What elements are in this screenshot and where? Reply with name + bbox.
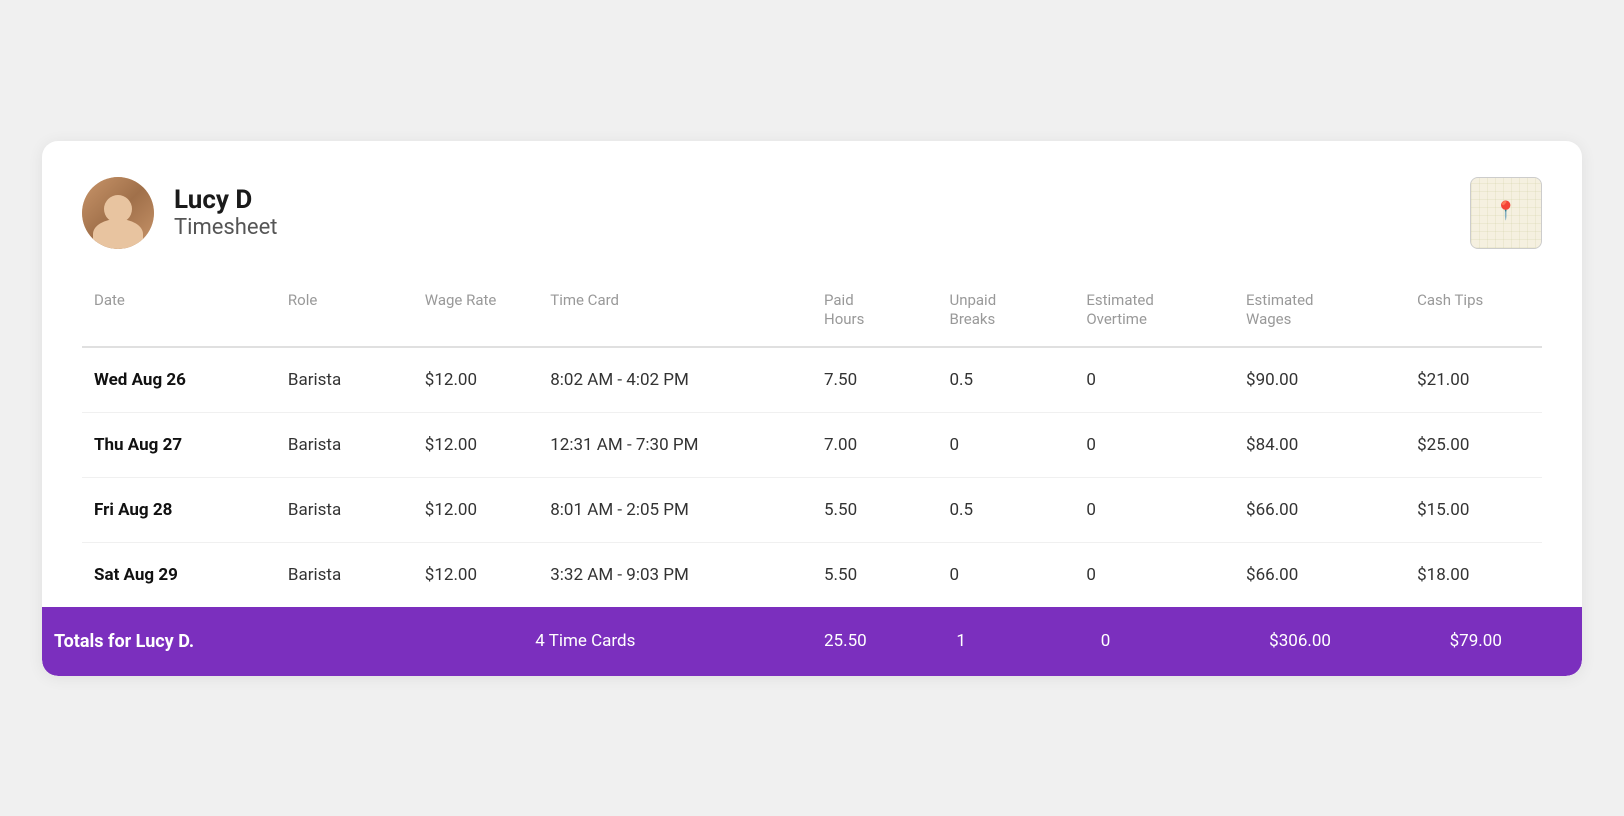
cell-estimated-wages: $66.00	[1234, 477, 1405, 542]
cell-role: Barista	[276, 477, 413, 542]
cell-role: Barista	[276, 412, 413, 477]
totals-role-spacer	[247, 607, 391, 676]
employee-name: Lucy D	[174, 185, 277, 215]
page-header: Lucy D Timesheet	[82, 177, 1542, 249]
totals-table: Totals for Lucy D. 4 Time Cards 25.50 1 …	[42, 607, 1582, 676]
col-header-estimated-wages: EstimatedWages	[1234, 281, 1405, 347]
totals-cash-tips: $79.00	[1438, 607, 1582, 676]
avatar-image	[82, 177, 154, 249]
cell-time-card: 8:02 AM - 4:02 PM	[538, 347, 812, 413]
col-header-estimated-overtime: EstimatedOvertime	[1074, 281, 1234, 347]
cell-unpaid-breaks: 0	[937, 542, 1074, 607]
header-text: Lucy D Timesheet	[174, 185, 277, 240]
cell-unpaid-breaks: 0.5	[937, 477, 1074, 542]
totals-estimated-wages: $306.00	[1257, 607, 1437, 676]
header-left: Lucy D Timesheet	[82, 177, 277, 249]
cell-date: Wed Aug 26	[82, 347, 276, 413]
totals-row: Totals for Lucy D. 4 Time Cards 25.50 1 …	[42, 607, 1582, 676]
cell-role: Barista	[276, 542, 413, 607]
cell-wage-rate: $12.00	[413, 477, 538, 542]
col-header-unpaid-breaks: UnpaidBreaks	[937, 281, 1074, 347]
cell-estimated-wages: $66.00	[1234, 542, 1405, 607]
cell-wage-rate: $12.00	[413, 347, 538, 413]
totals-label: Totals for Lucy D.	[42, 607, 247, 676]
cell-paid-hours: 5.50	[812, 542, 937, 607]
totals-unpaid-breaks: 1	[944, 607, 1088, 676]
cell-cash-tips: $25.00	[1405, 412, 1542, 477]
avatar	[82, 177, 154, 249]
timesheet-card: Lucy D Timesheet Date Role Wage Rate Tim…	[42, 141, 1582, 676]
cell-estimated-overtime: 0	[1074, 477, 1234, 542]
cell-cash-tips: $18.00	[1405, 542, 1542, 607]
cell-unpaid-breaks: 0.5	[937, 347, 1074, 413]
table-header-row: Date Role Wage Rate Time Card PaidHours …	[82, 281, 1542, 347]
col-header-date: Date	[82, 281, 276, 347]
cell-paid-hours: 7.50	[812, 347, 937, 413]
cell-estimated-overtime: 0	[1074, 412, 1234, 477]
map-thumbnail[interactable]	[1470, 177, 1542, 249]
cell-estimated-overtime: 0	[1074, 542, 1234, 607]
cell-estimated-wages: $90.00	[1234, 347, 1405, 413]
cell-date: Sat Aug 29	[82, 542, 276, 607]
col-header-wage-rate: Wage Rate	[413, 281, 538, 347]
totals-wrapper: Totals for Lucy D. 4 Time Cards 25.50 1 …	[42, 607, 1582, 676]
table-row: Sat Aug 29 Barista $12.00 3:32 AM - 9:03…	[82, 542, 1542, 607]
cell-cash-tips: $21.00	[1405, 347, 1542, 413]
totals-timecards: 4 Time Cards	[523, 607, 812, 676]
table-row: Wed Aug 26 Barista $12.00 8:02 AM - 4:02…	[82, 347, 1542, 413]
cell-time-card: 12:31 AM - 7:30 PM	[538, 412, 812, 477]
cell-time-card: 8:01 AM - 2:05 PM	[538, 477, 812, 542]
col-header-role: Role	[276, 281, 413, 347]
cell-role: Barista	[276, 347, 413, 413]
cell-estimated-overtime: 0	[1074, 347, 1234, 413]
totals-estimated-overtime: 0	[1089, 607, 1257, 676]
cell-date: Fri Aug 28	[82, 477, 276, 542]
page-title: Timesheet	[174, 215, 277, 240]
cell-wage-rate: $12.00	[413, 412, 538, 477]
cell-cash-tips: $15.00	[1405, 477, 1542, 542]
col-header-time-card: Time Card	[538, 281, 812, 347]
cell-estimated-wages: $84.00	[1234, 412, 1405, 477]
col-header-paid-hours: PaidHours	[812, 281, 937, 347]
cell-unpaid-breaks: 0	[937, 412, 1074, 477]
cell-paid-hours: 5.50	[812, 477, 937, 542]
cell-time-card: 3:32 AM - 9:03 PM	[538, 542, 812, 607]
cell-date: Thu Aug 27	[82, 412, 276, 477]
totals-wage-spacer	[391, 607, 523, 676]
table-row: Fri Aug 28 Barista $12.00 8:01 AM - 2:05…	[82, 477, 1542, 542]
cell-paid-hours: 7.00	[812, 412, 937, 477]
col-header-cash-tips: Cash Tips	[1405, 281, 1542, 347]
table-body: Wed Aug 26 Barista $12.00 8:02 AM - 4:02…	[82, 347, 1542, 607]
timesheet-table: Date Role Wage Rate Time Card PaidHours …	[82, 281, 1542, 607]
table-row: Thu Aug 27 Barista $12.00 12:31 AM - 7:3…	[82, 412, 1542, 477]
cell-wage-rate: $12.00	[413, 542, 538, 607]
totals-paid-hours: 25.50	[812, 607, 944, 676]
